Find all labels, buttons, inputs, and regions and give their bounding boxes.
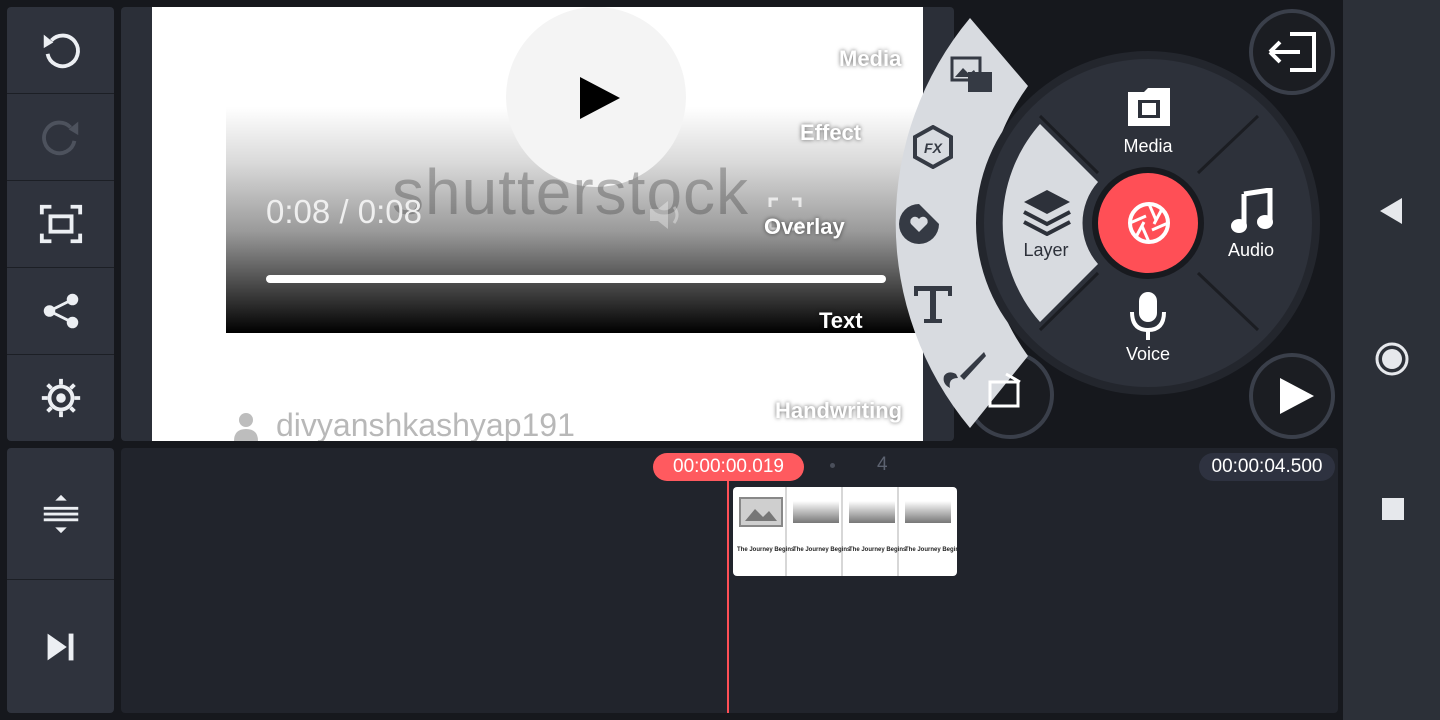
camera-shutter-icon[interactable] bbox=[1126, 200, 1172, 246]
clip-thumbnail: The Journey Begins bbox=[901, 487, 957, 576]
expand-vertical-icon bbox=[43, 494, 78, 533]
home-nav-icon[interactable] bbox=[1375, 342, 1409, 376]
kinemaster-editor: shutterstock 0:08 / 0:08 divyanshkashyap… bbox=[0, 0, 1440, 720]
handwriting-brush-icon[interactable] bbox=[940, 350, 986, 390]
clip-image-icon bbox=[739, 497, 783, 527]
microphone-icon[interactable] bbox=[1128, 290, 1168, 342]
timeline-marker: 4 bbox=[877, 454, 888, 475]
clip-thumbnail: The Journey Begins bbox=[789, 487, 850, 576]
clip-thumbnail: The Journey Begins bbox=[733, 487, 794, 576]
text-icon[interactable] bbox=[912, 284, 954, 324]
radial-menu bbox=[895, 9, 1335, 439]
media-image-icon[interactable] bbox=[950, 56, 996, 96]
media-folder-icon[interactable] bbox=[1126, 86, 1172, 128]
dial-label-audio: Audio bbox=[1227, 240, 1275, 260]
timeline-dot bbox=[830, 463, 835, 468]
overlay-sticker-icon[interactable] bbox=[897, 202, 941, 246]
exit-icon[interactable] bbox=[1266, 30, 1318, 74]
dial-label-media: Media bbox=[1123, 136, 1173, 156]
timeline-expand-button[interactable] bbox=[7, 448, 114, 580]
clip-caption: The Journey Begins bbox=[737, 547, 795, 553]
clip-caption: The Journey Begins bbox=[793, 547, 851, 553]
layer-stack-icon[interactable] bbox=[1022, 188, 1072, 236]
clip-caption: The Journey Begins bbox=[905, 547, 957, 553]
clip-caption: The Journey Begins bbox=[849, 547, 907, 553]
video-clip[interactable]: The Journey Begins The Journey Begins Th… bbox=[733, 487, 957, 576]
export-icon[interactable] bbox=[986, 372, 1026, 412]
recents-nav-icon[interactable] bbox=[1381, 497, 1405, 521]
skip-to-end-button[interactable] bbox=[7, 580, 114, 713]
end-time-pill: 00:00:04.500 bbox=[1199, 453, 1335, 481]
effect-fx-icon[interactable]: FX bbox=[911, 125, 955, 169]
playhead[interactable] bbox=[727, 478, 729, 713]
skip-end-icon bbox=[47, 633, 73, 660]
system-nav-bar bbox=[1343, 0, 1440, 720]
dial-label-voice: Voice bbox=[1125, 344, 1171, 364]
current-time-pill[interactable]: 00:00:00.019 bbox=[653, 453, 804, 481]
left-toolbar-bottom bbox=[7, 448, 114, 713]
music-note-icon[interactable] bbox=[1230, 188, 1274, 236]
clip-thumbnail: The Journey Begins bbox=[845, 487, 906, 576]
svg-text:FX: FX bbox=[924, 140, 944, 156]
timeline-panel[interactable] bbox=[121, 448, 1338, 713]
back-nav-icon[interactable] bbox=[1378, 196, 1404, 226]
play-preview-icon[interactable] bbox=[1276, 376, 1316, 416]
dial-label-layer: Layer bbox=[1023, 240, 1069, 260]
